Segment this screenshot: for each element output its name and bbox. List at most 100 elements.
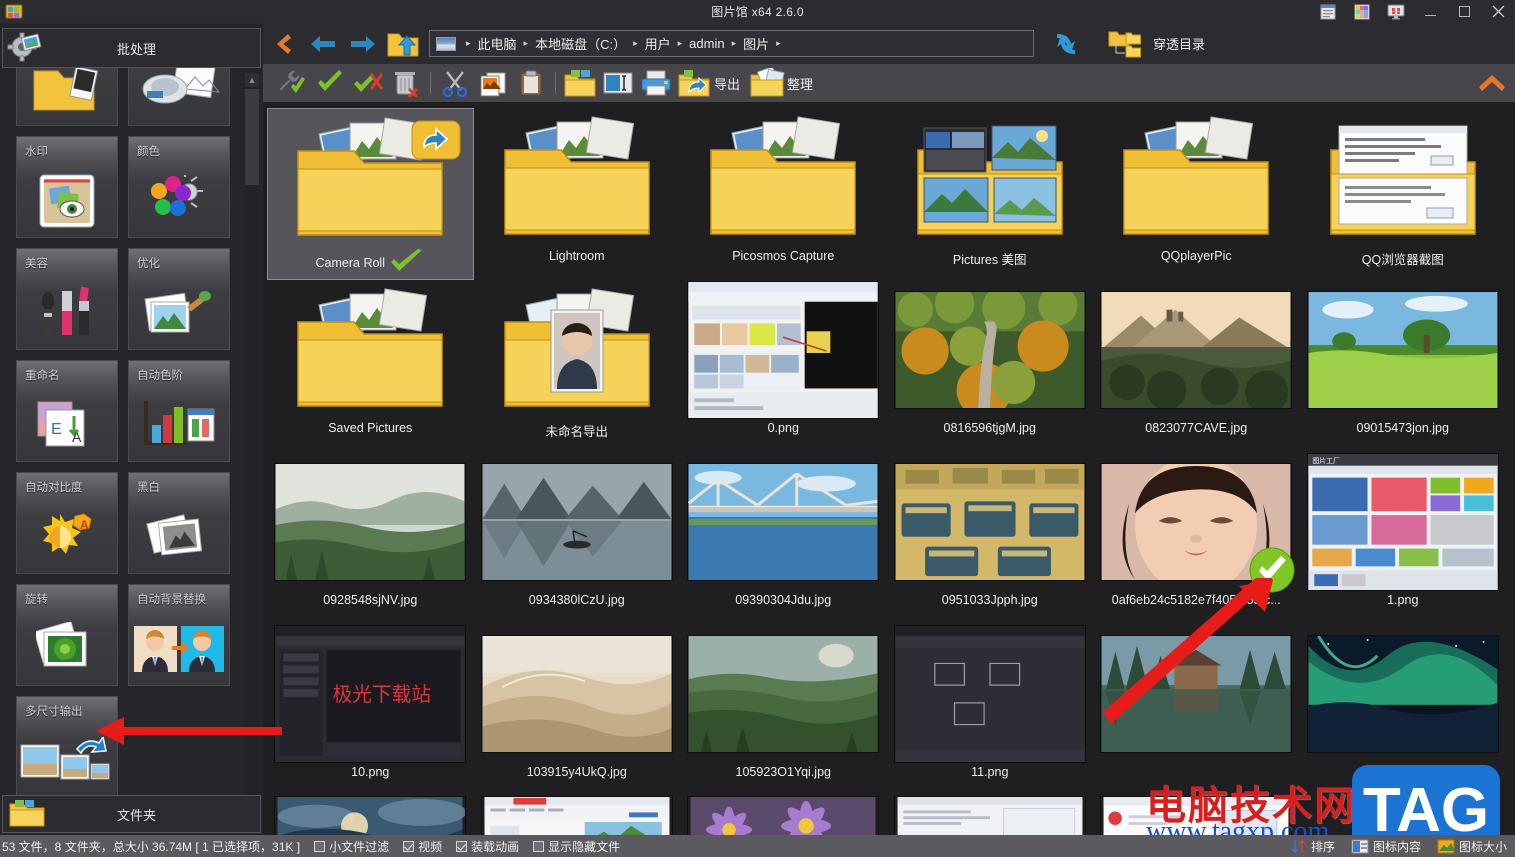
breadcrumb-item-3[interactable]: admin [687, 36, 726, 51]
back-orange-icon[interactable] [263, 25, 303, 63]
file-item-purple-flowers[interactable] [680, 796, 887, 835]
file-item-qqplayerpic[interactable]: QQplayerPic [1093, 108, 1300, 280]
file-item-camera-roll[interactable]: Camera Roll [267, 108, 474, 280]
arrow-left-icon[interactable] [303, 25, 343, 63]
thumbnail [1098, 796, 1294, 835]
tool-tile-auto-contrast[interactable]: 自动对比度 A [16, 472, 118, 574]
file-item-0934380lCzU[interactable]: 0934380lCzU.jpg [474, 452, 681, 624]
file-item-sunset-clouds[interactable] [267, 796, 474, 835]
file-item-111127Abzq8[interactable]: 111127Abzq8.jpg [1093, 796, 1300, 835]
file-item-aurora[interactable] [1300, 624, 1507, 796]
settings-check-icon[interactable] [273, 65, 311, 101]
file-item-0951033Jpph[interactable]: 0951033Jpph.jpg [887, 452, 1094, 624]
file-item-11-png[interactable]: 11.png [887, 624, 1094, 796]
beauty-icon [17, 283, 117, 343]
file-item-office-ui[interactable] [474, 796, 681, 835]
pierce-directory-button[interactable]: 穿透目录 [1108, 29, 1205, 59]
file-item-saved-pictures[interactable]: Saved Pictures [267, 280, 474, 452]
sort-button[interactable]: 排序 [1291, 838, 1335, 855]
file-item-0af6eb24c5182e7f405[interactable]: 0af6eb24c5182e7f405...55fc... [1093, 452, 1300, 624]
file-name: QQ浏览器截图 [1361, 253, 1444, 267]
rename-field-icon[interactable] [599, 65, 637, 101]
tool-tile-optimize[interactable]: 优化 [128, 248, 230, 350]
address-bar[interactable]: ▸ 此电脑 ▸ 本地磁盘（C:） ▸ 用户 ▸ admin ▸ 图片 ▸ [429, 30, 1034, 57]
folder-footer-button[interactable]: 文件夹 [2, 795, 261, 833]
file-item-10-png[interactable]: 极光下载站 10.png [267, 624, 474, 796]
checkbox-small-file-filter[interactable]: 小文件过滤 [314, 838, 389, 855]
paste-icon[interactable] [512, 65, 550, 101]
arrow-right-icon[interactable] [343, 25, 383, 63]
file-item-0928548sjNV[interactable]: 0928548sjNV.jpg [267, 452, 474, 624]
tool-tile-auto-bg-replace[interactable]: 自动背景替换 [128, 584, 230, 686]
breadcrumb-item-2[interactable]: 用户 [643, 34, 673, 53]
thumbnail: 图片工厂 [1305, 452, 1501, 592]
breadcrumb-item-0[interactable]: 此电脑 [476, 34, 519, 53]
file-item-0816596tjgM[interactable]: 0816596tjgM.jpg [887, 280, 1094, 452]
file-item-111633MjBc-S[interactable]: 111633MjBc-S...jpg [887, 796, 1094, 835]
icon-content-button[interactable]: 图标内容 [1351, 838, 1421, 855]
file-grid-container[interactable]: Camera Roll Lightroom Picosmos Capture P… [263, 102, 1515, 835]
file-name: 09390304Jdu.jpg [735, 593, 832, 607]
tool-tile-watermark[interactable]: 水印 [16, 136, 118, 238]
file-item-09390304Jdu[interactable]: 09390304Jdu.jpg [680, 452, 887, 624]
deselect-icon[interactable] [349, 65, 387, 101]
tool-tile-label: 颜色 [137, 146, 160, 158]
tool-tile-multi-size-output[interactable]: 多尺寸输出 [16, 696, 118, 798]
image-thumb [274, 463, 467, 581]
file-item-picosmos-capture[interactable]: Picosmos Capture [680, 108, 887, 280]
file-item-lake-cabin[interactable] [1093, 624, 1300, 796]
tool-tile-color[interactable]: 颜色 [128, 136, 230, 238]
image-thumb [1306, 635, 1499, 753]
cut-icon[interactable] [436, 65, 474, 101]
file-name: 0816596tjgM.jpg [943, 421, 1036, 435]
breadcrumb-item-1[interactable]: 本地磁盘（C:） [533, 34, 628, 53]
select-all-icon[interactable] [311, 65, 349, 101]
tool-tile-beauty[interactable]: 美容 [16, 248, 118, 350]
tool-tile-rename[interactable]: 重命名 E A [16, 360, 118, 462]
left-panel-scrollbar[interactable]: ▲ ▼ [245, 73, 259, 818]
checkbox-box[interactable] [314, 840, 326, 852]
organize-icon[interactable] [748, 65, 786, 101]
tool-tile-label: 优化 [137, 258, 160, 270]
checkbox-box[interactable] [533, 840, 545, 852]
file-item-qq-browser-screenshots[interactable]: QQ浏览器截图 [1300, 108, 1507, 280]
tool-tile-rotate[interactable]: 旋转 [16, 584, 118, 686]
new-folder-icon[interactable] [561, 65, 599, 101]
file-item-pictures-meitu[interactable]: Pictures 美图 [887, 108, 1094, 280]
checkbox-video[interactable]: 视频 [403, 838, 442, 855]
tool-tile-0[interactable] [16, 68, 118, 126]
file-item-0-png[interactable]: 0.png [680, 280, 887, 452]
checkbox-box[interactable] [456, 840, 468, 852]
scroll-up-icon[interactable]: ▲ [245, 73, 259, 87]
image-thumb [1100, 635, 1293, 753]
tool-tile-scroll[interactable]: 水印 颜色 美容 优化 重命名 E A 自动色阶 自动对比度 A 黑白 旋转 自… [0, 68, 263, 823]
breadcrumb-item-4[interactable]: 图片 [741, 34, 771, 53]
file-item-103915y4UkQ[interactable]: 103915y4UkQ.jpg [474, 624, 681, 796]
folder-up-icon[interactable] [383, 25, 423, 63]
checkbox-load-animation[interactable]: 装载动画 [456, 838, 519, 855]
thumbnail [272, 109, 468, 249]
file-item-09015473jon[interactable]: 09015473jon.jpg [1300, 280, 1507, 452]
checkbox-show-hidden-files[interactable]: 显示隐藏文件 [533, 838, 620, 855]
scrollbar-thumb[interactable] [245, 89, 259, 185]
file-item-0823077CAVE[interactable]: 0823077CAVE.jpg [1093, 280, 1300, 452]
tool-tile-auto-levels[interactable]: 自动色阶 [128, 360, 230, 462]
collapse-toolbar-icon[interactable] [1477, 72, 1507, 99]
print-icon[interactable] [637, 65, 675, 101]
copy-icon[interactable] [474, 65, 512, 101]
file-item-1-png[interactable]: 图片工厂 1.png [1300, 452, 1507, 624]
file-item-unnamed-export[interactable]: 未命名导出 [474, 280, 681, 452]
picture-icon [436, 36, 456, 51]
tool-tile-1[interactable] [128, 68, 230, 126]
export-icon[interactable] [675, 65, 713, 101]
thumbnail [892, 624, 1088, 764]
file-item-lightroom[interactable]: Lightroom [474, 108, 681, 280]
file-item-105923O1Yqi[interactable]: 105923O1Yqi.jpg [680, 624, 887, 796]
tool-tile-black-white[interactable]: 黑白 [128, 472, 230, 574]
icon-size-label: 图标大小 [1458, 839, 1507, 854]
checkbox-box[interactable] [403, 840, 415, 852]
delete-icon[interactable] [387, 65, 425, 101]
icon-size-button[interactable]: 图标大小 [1437, 838, 1507, 855]
refresh-icon[interactable] [1046, 25, 1086, 63]
batch-process-header[interactable]: 批处理 [2, 28, 261, 68]
